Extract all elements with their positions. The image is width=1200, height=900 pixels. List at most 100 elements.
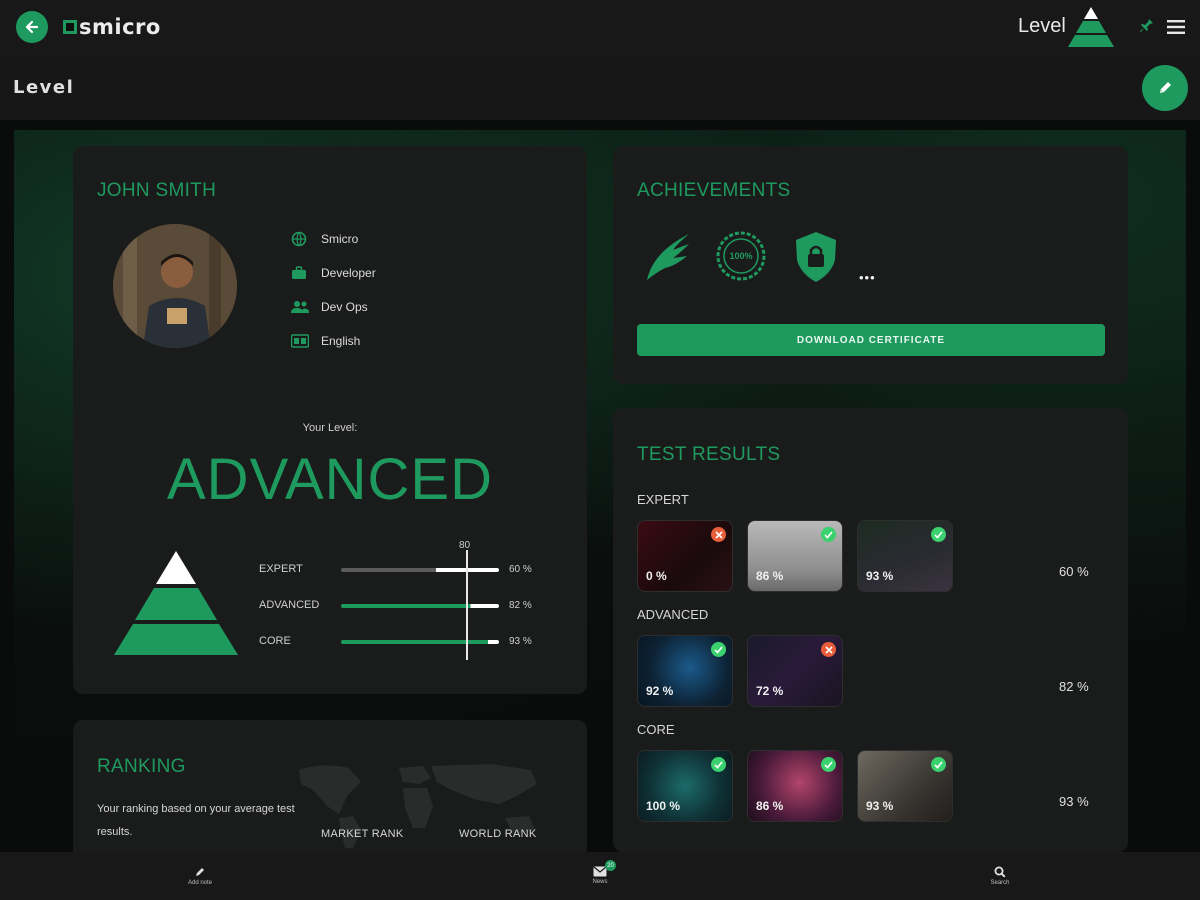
pass-badge: [711, 642, 726, 657]
progress-bar-core: [341, 640, 499, 644]
pass-badge: [711, 757, 726, 772]
ranking-description: Your ranking based on your average test …: [97, 803, 295, 838]
fail-badge: [821, 642, 836, 657]
test-pct: 93 %: [866, 569, 894, 583]
globe-icon: [291, 231, 307, 247]
badge-100-text: 100%: [729, 251, 752, 261]
section-total-advanced: 82 %: [1059, 679, 1089, 694]
100-percent-badge-icon[interactable]: 100%: [715, 230, 767, 282]
profile-name: JOHN SMITH: [97, 180, 217, 201]
test-thumb-expert-1[interactable]: 0 %: [637, 520, 733, 592]
test-results-title: TEST RESULTS: [637, 444, 781, 465]
profile-photo: [113, 224, 237, 348]
check-icon: [934, 530, 943, 539]
nav-add-note[interactable]: Add note: [170, 866, 230, 886]
app-name: smicro: [79, 15, 161, 39]
check-icon: [824, 530, 833, 539]
info-language-text: English: [321, 334, 361, 348]
users-icon: [291, 301, 309, 313]
test-pct: 100 %: [646, 799, 681, 813]
ranking-card: RANKING Your ranking based on your avera…: [73, 720, 587, 852]
bar-pct-expert: 60 %: [509, 564, 532, 575]
main-content[interactable]: JOHN SMITH Smicro Developer Dev Ops Engl…: [0, 120, 1200, 852]
back-button[interactable]: [16, 11, 48, 43]
test-thumb-core-1[interactable]: 100 %: [637, 750, 733, 822]
level-label: Level: [1018, 15, 1066, 37]
progress-bar-expert: [341, 568, 499, 572]
bottom-nav: Add note 20 News Search: [0, 852, 1200, 900]
test-pct: 72 %: [756, 684, 784, 698]
profile-card: JOHN SMITH Smicro Developer Dev Ops Engl…: [73, 146, 587, 694]
app-logo: smicro: [63, 14, 161, 40]
more-achievements[interactable]: •••: [859, 270, 876, 285]
lock-shield-icon[interactable]: [793, 230, 839, 284]
test-pct: 86 %: [756, 569, 784, 583]
wing-icon[interactable]: [643, 230, 693, 282]
section-label-core: CORE: [637, 722, 675, 737]
check-icon: [714, 645, 723, 654]
check-icon: [714, 760, 723, 769]
test-thumb-advanced-1[interactable]: 92 %: [637, 635, 733, 707]
note-icon: [196, 868, 204, 876]
fail-badge: [711, 527, 726, 542]
nav-news[interactable]: 20 News: [570, 860, 630, 885]
your-level-label: Your Level:: [302, 422, 358, 434]
close-icon: [824, 645, 833, 654]
download-certificate-button[interactable]: DOWNLOAD CERTIFICATE: [637, 324, 1105, 356]
pass-badge: [821, 757, 836, 772]
level-pyramid-graphic: [114, 551, 238, 655]
test-thumb-expert-3[interactable]: 93 %: [857, 520, 953, 592]
pass-badge: [931, 527, 946, 542]
bar-label-expert: EXPERT: [259, 563, 303, 575]
bar-pct-advanced: 82 %: [509, 600, 532, 611]
nav-search[interactable]: Search: [970, 866, 1030, 886]
menu-icon[interactable]: [1167, 20, 1185, 34]
pass-badge: [931, 757, 946, 772]
test-pct: 0 %: [646, 569, 667, 583]
news-badge: 20: [605, 860, 616, 871]
test-thumb-core-2[interactable]: 86 %: [747, 750, 843, 822]
test-thumb-advanced-2[interactable]: 72 %: [747, 635, 843, 707]
test-thumb-expert-2[interactable]: 86 %: [747, 520, 843, 592]
nav-label: Search: [990, 880, 1010, 886]
test-results-card: TEST RESULTS EXPERT 0 % 86 % 93 % 60 % A…: [613, 408, 1128, 852]
level-pyramid-icon: [1068, 7, 1114, 47]
test-pct: 86 %: [756, 799, 784, 813]
level-marker-line: [466, 550, 468, 660]
info-company-text: Smicro: [321, 232, 359, 246]
pencil-icon: [1160, 82, 1171, 93]
market-rank-label: MARKET RANK: [321, 828, 404, 840]
nav-label: News: [592, 879, 608, 885]
section-label-expert: EXPERT: [637, 492, 689, 507]
achievements-card: ACHIEVEMENTS 100% ••• DOWNLOAD CERTIFICA…: [613, 146, 1128, 384]
page-header: Level: [0, 56, 1200, 120]
avatar: [113, 224, 237, 348]
bar-label-advanced: ADVANCED: [259, 599, 320, 611]
level-marker-label: 80: [459, 540, 471, 551]
briefcase-icon: [292, 266, 306, 279]
test-pct: 92 %: [646, 684, 674, 698]
ranking-title: RANKING: [97, 756, 186, 777]
test-thumb-core-3[interactable]: 93 %: [857, 750, 953, 822]
info-team-text: Dev Ops: [321, 300, 368, 314]
section-label-advanced: ADVANCED: [637, 607, 709, 622]
info-company: Smicro: [291, 230, 358, 248]
test-pct: 93 %: [866, 799, 894, 813]
language-icon: [291, 334, 309, 348]
check-icon: [934, 760, 943, 769]
current-level: ADVANCED: [167, 447, 493, 512]
section-total-expert: 60 %: [1059, 564, 1089, 579]
achievements-title: ACHIEVEMENTS: [637, 180, 791, 201]
close-icon: [714, 530, 723, 539]
info-role: Developer: [291, 264, 376, 282]
page-title: Level: [13, 77, 75, 98]
pin-icon[interactable]: [1140, 18, 1154, 34]
pass-badge: [821, 527, 836, 542]
bar-pct-core: 93 %: [509, 636, 532, 647]
edit-button[interactable]: [1142, 65, 1188, 111]
info-language: English: [291, 332, 360, 350]
nav-label: Add note: [187, 880, 213, 886]
top-app-bar: smicro Level: [0, 0, 1200, 56]
check-icon: [824, 760, 833, 769]
info-team: Dev Ops: [291, 298, 368, 316]
